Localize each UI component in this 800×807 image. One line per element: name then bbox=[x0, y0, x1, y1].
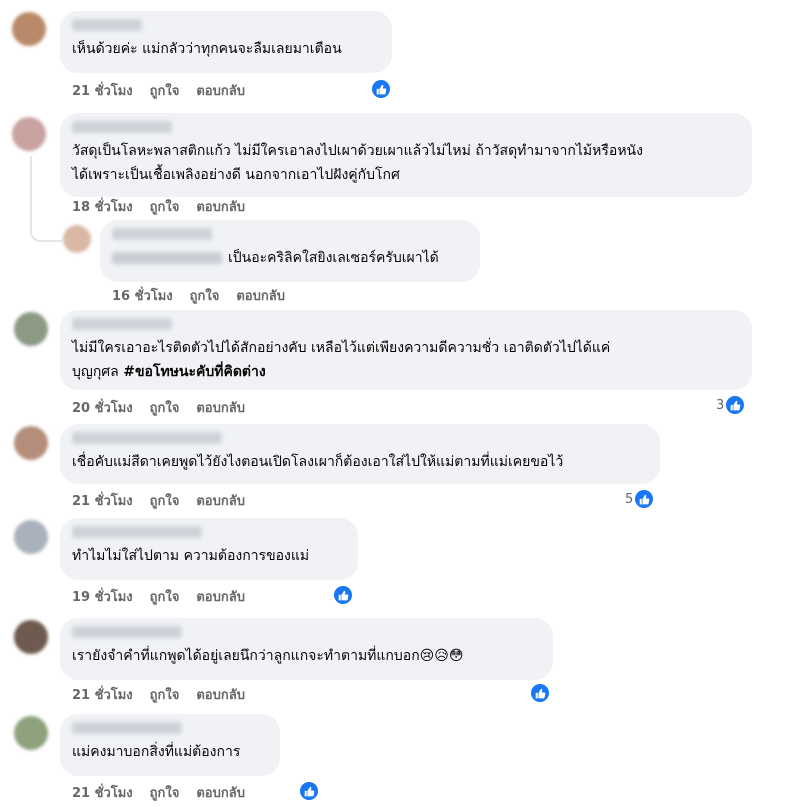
reply-button[interactable]: ตอบกลับ bbox=[196, 80, 245, 101]
reaction-summary[interactable] bbox=[531, 684, 549, 702]
reaction-count: 3 bbox=[716, 397, 725, 413]
reply-button[interactable]: ตอบกลับ bbox=[196, 586, 245, 607]
avatar[interactable] bbox=[12, 117, 46, 151]
reply-button[interactable]: ตอบกลับ bbox=[196, 196, 245, 217]
comment-3: ไม่มีใครเอาอะไรติดตัวไปได้สักอย่างคับ เห… bbox=[0, 310, 800, 422]
reaction-summary[interactable] bbox=[334, 586, 352, 604]
comment-text: แม่คงมาบอกสิ่งที่แม่ต้องการ bbox=[72, 744, 241, 760]
tagged-user-redacted[interactable] bbox=[112, 252, 222, 264]
like-thumbs-up-icon bbox=[372, 80, 390, 98]
comment-4: เชื่อคับแม่สีดาเคยพูดไว้ยังไงตอนเปิดโลงเ… bbox=[0, 422, 800, 514]
comment-bubble: เรายังจำคำที่แกพูดได้อยู่เลยนึกว่าลูกแกจ… bbox=[60, 618, 553, 680]
comment-time: 20 ชั่วโมง bbox=[72, 400, 133, 416]
reply-button[interactable]: ตอบกลับ bbox=[196, 782, 245, 803]
comment-time: 21 ชั่วโมง bbox=[72, 785, 133, 801]
reply-time: 16 ชั่วโมง bbox=[112, 288, 173, 304]
comment-actions: 18 ชั่วโมง ถูกใจ ตอบกลับ bbox=[72, 196, 245, 216]
like-thumbs-up-icon bbox=[531, 684, 549, 702]
replier-name-redacted[interactable] bbox=[112, 228, 212, 240]
comment-actions: 21 ชั่วโมง ถูกใจ ตอบกลับ bbox=[72, 80, 245, 100]
like-thumbs-up-icon bbox=[334, 586, 352, 604]
reply-actions: 16 ชั่วโมง ถูกใจ ตอบกลับ bbox=[112, 285, 285, 305]
commenter-name-redacted[interactable] bbox=[72, 526, 202, 538]
reply-button[interactable]: ตอบกลับ bbox=[196, 397, 245, 418]
avatar[interactable] bbox=[14, 716, 48, 750]
reply-button[interactable]: ตอบกลับ bbox=[196, 684, 245, 705]
comment-time: 21 ชั่วโมง bbox=[72, 493, 133, 509]
comment-bubble: เห็นด้วยค่ะ แม่กลัวว่าทุกคนจะลืมเลยมาเตื… bbox=[60, 11, 392, 73]
comment-bubble: วัสดุเป็นโลหะพลาสติกแก้ว ไม่มีใครเอาลงไป… bbox=[60, 113, 752, 197]
hashtag-link[interactable]: #ขอโทษนะคับที่คิดต่าง bbox=[123, 364, 266, 380]
commenter-name-redacted[interactable] bbox=[72, 19, 142, 31]
comment-time: 18 ชั่วโมง bbox=[72, 199, 133, 215]
like-button[interactable]: ถูกใจ bbox=[150, 586, 180, 607]
comment-actions: 21 ชั่วโมง ถูกใจ ตอบกลับ bbox=[72, 684, 245, 704]
comment-text: ทำไมไม่ใส่ไปตาม ความต้องการของแม่ bbox=[72, 548, 310, 564]
reply-avatar[interactable] bbox=[63, 225, 91, 253]
comment-text: เรายังจำคำที่แกพูดได้อยู่เลยนึกว่าลูกแกจ… bbox=[72, 648, 464, 664]
comment-time: 21 ชั่วโมง bbox=[72, 687, 133, 703]
comment-actions: 21 ชั่วโมง ถูกใจ ตอบกลับ bbox=[72, 782, 245, 802]
comment-bubble: เชื่อคับแม่สีดาเคยพูดไว้ยังไงตอนเปิดโลงเ… bbox=[60, 424, 660, 484]
like-button[interactable]: ถูกใจ bbox=[150, 684, 180, 705]
comment-7: แม่คงมาบอกสิ่งที่แม่ต้องการ 21 ชั่วโมง ถ… bbox=[0, 710, 800, 807]
like-button[interactable]: ถูกใจ bbox=[150, 397, 180, 418]
like-thumbs-up-icon bbox=[635, 490, 654, 508]
reaction-summary[interactable]: 5 bbox=[625, 490, 654, 508]
reply-button[interactable]: ตอบกลับ bbox=[236, 285, 285, 306]
comment-bubble: ไม่มีใครเอาอะไรติดตัวไปได้สักอย่างคับ เห… bbox=[60, 310, 752, 390]
reply-text: เป็นอะคริลิคใสยิงเลเซอร์ครับเผาได้ bbox=[112, 246, 468, 270]
commenter-name-redacted[interactable] bbox=[72, 432, 222, 444]
comment-time: 19 ชั่วโมง bbox=[72, 589, 133, 605]
comment-bubble: ทำไมไม่ใส่ไปตาม ความต้องการของแม่ bbox=[60, 518, 358, 580]
avatar[interactable] bbox=[14, 520, 48, 554]
reply-button[interactable]: ตอบกลับ bbox=[196, 490, 245, 511]
commenter-name-redacted[interactable] bbox=[72, 318, 172, 330]
reply-thread-line bbox=[30, 156, 62, 242]
like-button[interactable]: ถูกใจ bbox=[150, 196, 180, 217]
comment-text: เห็นด้วยค่ะ แม่กลัวว่าทุกคนจะลืมเลยมาเตื… bbox=[72, 41, 342, 57]
comment-actions: 20 ชั่วโมง ถูกใจ ตอบกลับ bbox=[72, 397, 245, 417]
reply-bubble: เป็นอะคริลิคใสยิงเลเซอร์ครับเผาได้ bbox=[100, 220, 480, 282]
avatar[interactable] bbox=[14, 426, 48, 460]
reaction-summary[interactable] bbox=[372, 80, 390, 98]
comment-2: วัสดุเป็นโลหะพลาสติกแก้ว ไม่มีใครเอาลงไป… bbox=[0, 110, 800, 310]
avatar[interactable] bbox=[14, 620, 48, 654]
reaction-summary[interactable]: 3 bbox=[716, 396, 745, 414]
reaction-count: 5 bbox=[625, 491, 634, 507]
comment-6: เรายังจำคำที่แกพูดได้อยู่เลยนึกว่าลูกแกจ… bbox=[0, 614, 800, 710]
commenter-name-redacted[interactable] bbox=[72, 121, 172, 133]
comment-text: วัสดุเป็นโลหะพลาสติกแก้ว ไม่มีใครเอาลงไป… bbox=[72, 143, 643, 183]
comment-text: ไม่มีใครเอาอะไรติดตัวไปได้สักอย่างคับ เห… bbox=[72, 340, 611, 380]
comment-bubble: แม่คงมาบอกสิ่งที่แม่ต้องการ bbox=[60, 714, 280, 776]
comment-1: เห็นด้วยค่ะ แม่กลัวว่าทุกคนจะลืมเลยมาเตื… bbox=[0, 0, 800, 110]
like-button[interactable]: ถูกใจ bbox=[190, 285, 220, 306]
like-button[interactable]: ถูกใจ bbox=[150, 782, 180, 803]
comment-text: เชื่อคับแม่สีดาเคยพูดไว้ยังไงตอนเปิดโลงเ… bbox=[72, 454, 564, 470]
commenter-name-redacted[interactable] bbox=[72, 722, 182, 734]
reaction-summary[interactable] bbox=[300, 782, 318, 800]
comment-time: 21 ชั่วโมง bbox=[72, 83, 133, 99]
avatar[interactable] bbox=[12, 12, 46, 46]
comment-actions: 21 ชั่วโมง ถูกใจ ตอบกลับ bbox=[72, 490, 245, 510]
comment-actions: 19 ชั่วโมง ถูกใจ ตอบกลับ bbox=[72, 586, 245, 606]
avatar[interactable] bbox=[14, 312, 48, 346]
like-thumbs-up-icon bbox=[726, 396, 745, 414]
like-button[interactable]: ถูกใจ bbox=[150, 80, 180, 101]
comment-5: ทำไมไม่ใส่ไปตาม ความต้องการของแม่ 19 ชั่… bbox=[0, 514, 800, 614]
commenter-name-redacted[interactable] bbox=[72, 626, 182, 638]
like-button[interactable]: ถูกใจ bbox=[150, 490, 180, 511]
like-thumbs-up-icon bbox=[300, 782, 318, 800]
